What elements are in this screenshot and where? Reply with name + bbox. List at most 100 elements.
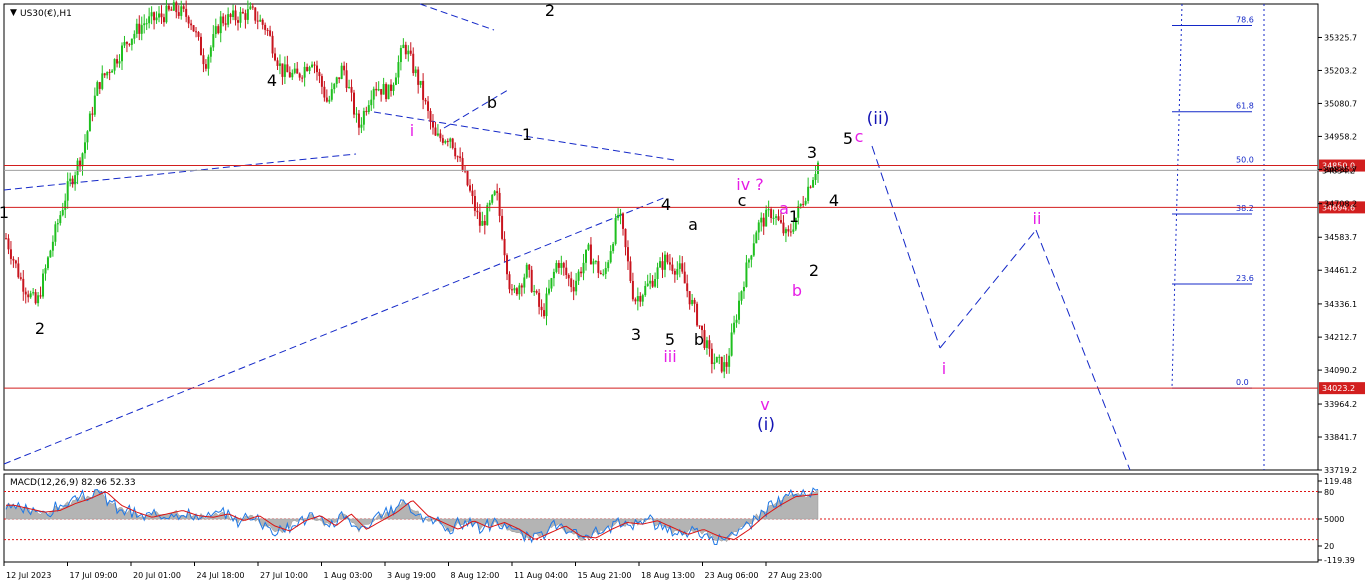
candle-body — [767, 209, 770, 211]
candle-body — [473, 195, 476, 211]
candle-body — [37, 295, 40, 304]
fib-level-label: 38.2 — [1236, 204, 1254, 213]
candle-body — [617, 214, 620, 218]
candle-body — [323, 86, 326, 98]
candle-body — [745, 262, 748, 287]
candle-body — [387, 84, 390, 100]
candle-body — [83, 142, 86, 154]
candle-body — [715, 356, 718, 363]
candle-body — [634, 299, 637, 302]
candle-body — [372, 88, 375, 100]
candle-body — [552, 271, 555, 279]
wave-label-magenta: iii — [663, 347, 676, 366]
candle-body — [394, 77, 397, 85]
time-tick-label: 11 Aug 04:00 — [514, 571, 568, 580]
trading-chart[interactable]: ▼ US30(€),H1 78.661.850.038.223.60.0 348… — [0, 0, 1366, 588]
candle-body — [158, 13, 161, 18]
candle-body — [513, 288, 516, 291]
wave-label-black: 1 — [0, 203, 9, 222]
candle-body — [787, 229, 790, 232]
candle-body — [476, 210, 479, 213]
candle-body — [631, 280, 634, 300]
candle-body — [696, 303, 699, 326]
candle-body — [98, 82, 101, 89]
wave-label-black: 2 — [545, 1, 555, 20]
candle-body — [367, 105, 370, 113]
candle-body — [451, 138, 454, 148]
wave-label-magenta: b — [792, 281, 802, 300]
candle-body — [315, 65, 318, 73]
candle-body — [276, 60, 279, 66]
wave-label-black: 2 — [809, 261, 819, 280]
candle-body — [340, 65, 343, 79]
candle-body — [792, 229, 795, 232]
macd-title: MACD(12,26,9) 82.96 52.33 — [10, 478, 136, 488]
candle-body — [382, 84, 385, 95]
candle-body — [557, 262, 560, 268]
candle-body — [775, 216, 778, 218]
candle-body — [269, 30, 272, 36]
candle-body — [545, 293, 548, 317]
candle-body — [291, 72, 294, 78]
candle-body — [298, 73, 301, 78]
candle-body — [214, 26, 217, 35]
wave-label-black: 3 — [807, 143, 817, 162]
candle-body — [155, 17, 158, 21]
wave-label-black: 4 — [829, 191, 839, 210]
candle-body — [550, 278, 553, 289]
candle-body — [683, 271, 686, 284]
candle-body — [56, 223, 59, 225]
candle-body — [589, 244, 592, 265]
candle-body — [224, 23, 227, 25]
time-tick-label: 15 Aug 21:00 — [578, 571, 632, 580]
candle-body — [229, 14, 232, 17]
candle-body — [540, 306, 543, 311]
macd-tick-label: 80 — [1324, 488, 1334, 497]
candle-body — [419, 80, 422, 85]
candle-body — [424, 99, 427, 102]
symbol-caret-icon[interactable]: ▼ — [10, 8, 17, 18]
candle-body — [757, 222, 760, 233]
candle-body — [116, 59, 119, 64]
candle-body — [676, 268, 679, 275]
candle-body — [318, 72, 321, 77]
macd-tick-label: 119.48 — [1324, 477, 1352, 486]
candle-body — [187, 16, 190, 24]
candle-body — [170, 9, 173, 11]
candle-body — [113, 59, 116, 71]
candle-body — [789, 231, 792, 233]
candle-body — [320, 76, 323, 87]
candle-body — [624, 228, 627, 248]
candle-body — [121, 45, 123, 62]
candle-body — [172, 2, 175, 11]
candle-body — [219, 16, 222, 34]
candle-body — [799, 203, 802, 207]
candle-body — [111, 70, 114, 73]
candle-body — [506, 255, 509, 275]
candle-body — [296, 68, 299, 74]
time-tick-label: 20 Jul 01:00 — [133, 571, 181, 580]
candle-body — [602, 273, 605, 275]
candle-body — [61, 209, 64, 216]
candle-body — [656, 267, 659, 280]
candle-body — [177, 12, 180, 16]
candle-body — [644, 285, 647, 296]
candle-body — [439, 133, 442, 139]
candle-body — [303, 66, 306, 78]
candle-body — [286, 64, 289, 73]
price-tick-label: 34336.1 — [1324, 300, 1357, 309]
candle-body — [629, 261, 632, 281]
wave-label-magenta: a — [779, 199, 789, 218]
price-tick-label: 35080.7 — [1324, 99, 1357, 108]
candle-body — [708, 340, 711, 349]
candle-body — [486, 205, 489, 226]
candle-body — [812, 180, 815, 188]
candle-body — [673, 270, 676, 275]
candle-body — [604, 268, 607, 274]
macd-tick-label: -119.39 — [1324, 556, 1355, 565]
candle-body — [66, 181, 69, 201]
candle-body — [197, 32, 200, 37]
candle-body — [503, 238, 506, 256]
candle-body — [345, 70, 348, 89]
candle-body — [27, 294, 30, 298]
